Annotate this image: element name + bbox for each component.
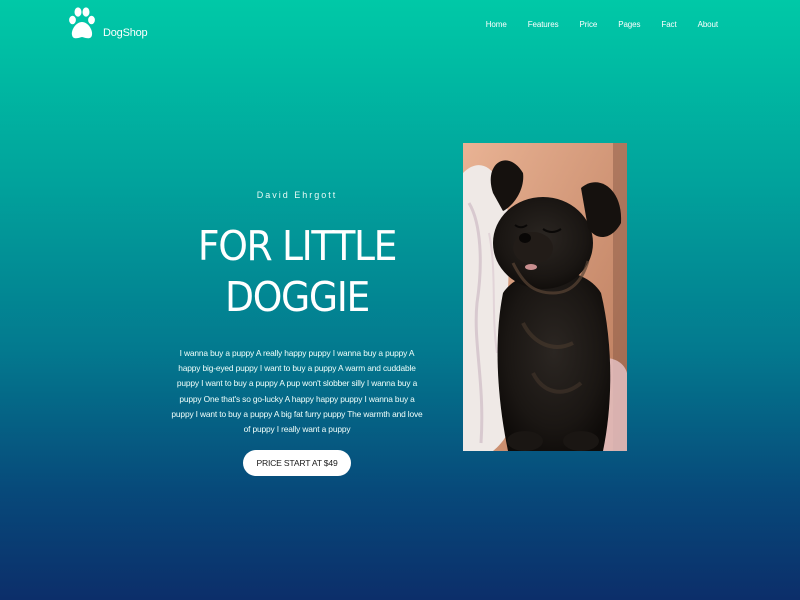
hero-title: FOR LITTLE DOGGIE — [180, 221, 414, 323]
price-button[interactable]: PRICE START AT $49 — [243, 450, 351, 477]
nav-item-home[interactable]: Home — [486, 20, 507, 29]
nav-item-features[interactable]: Features — [528, 20, 559, 29]
hero-title-line1: FOR LITTLE — [197, 222, 398, 270]
main-nav: Home Features Price Pages Fact About — [465, 20, 718, 29]
nav-item-fact[interactable]: Fact — [661, 20, 676, 29]
brand-logo[interactable]: DogShop — [68, 7, 148, 41]
paw-icon — [69, 7, 95, 39]
hero-author: David Ehrgott — [256, 190, 338, 200]
hero-description: I wanna buy a puppy A really happy puppy… — [171, 348, 423, 435]
nav-item-price[interactable]: Price — [579, 20, 597, 29]
puppy-image — [463, 143, 627, 451]
puppy-photo — [463, 143, 627, 451]
hero-section: David Ehrgott FOR LITTLE DOGGIE I wanna … — [170, 190, 424, 477]
nav-item-about[interactable]: About — [698, 20, 719, 29]
brand-name: DogShop — [103, 27, 148, 39]
hero-title-line2: DOGGIE — [225, 273, 370, 321]
nav-item-pages[interactable]: Pages — [618, 20, 640, 29]
